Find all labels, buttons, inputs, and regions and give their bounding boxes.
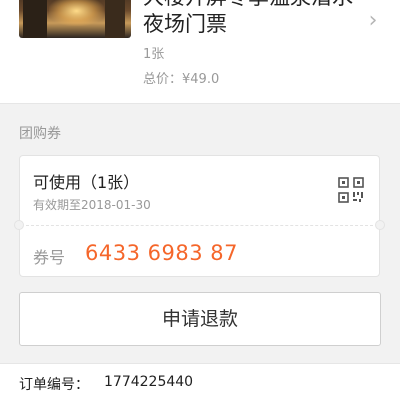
voucher-divider — [26, 225, 373, 226]
voucher-code-label: 券号 — [33, 248, 66, 267]
order-info-bar: 订单编号： 1774225440 — [0, 363, 400, 400]
order-number: 1774225440 — [104, 374, 194, 390]
thumbnail-building-right — [105, 0, 125, 38]
deal-thumbnail[interactable] — [19, 0, 131, 38]
voucher-notch-left — [14, 220, 24, 230]
voucher-section-label: 团购券 — [19, 126, 61, 142]
deal-total-price: 总价：¥49.0 — [143, 72, 220, 87]
thumbnail-building-left — [23, 0, 47, 38]
voucher-status: 可使用（1张） — [33, 173, 140, 192]
voucher-expiry: 有效期至2018-01-30 — [33, 198, 151, 212]
voucher-code: 6433 6983 87 — [85, 241, 238, 265]
chevron-right-icon[interactable]: › — [366, 10, 380, 32]
voucher-card: 可使用（1张） 有效期至2018-01-30 券号 6433 6983 87 — [14, 155, 385, 277]
deal-title: 大楼开屏冬季温泉潜水夜场门票 — [143, 0, 353, 36]
refund-button[interactable]: 申请退款 — [19, 292, 381, 346]
order-number-label: 订单编号： — [19, 377, 89, 393]
qr-code-icon[interactable] — [338, 177, 364, 203]
deal-quantity: 1张 — [143, 47, 165, 62]
deal-card[interactable]: 大楼开屏冬季温泉潜水夜场门票 › 1张 总价：¥49.0 — [0, 0, 400, 104]
thumbnail-glow — [49, 0, 104, 26]
voucher-notch-right — [375, 220, 385, 230]
